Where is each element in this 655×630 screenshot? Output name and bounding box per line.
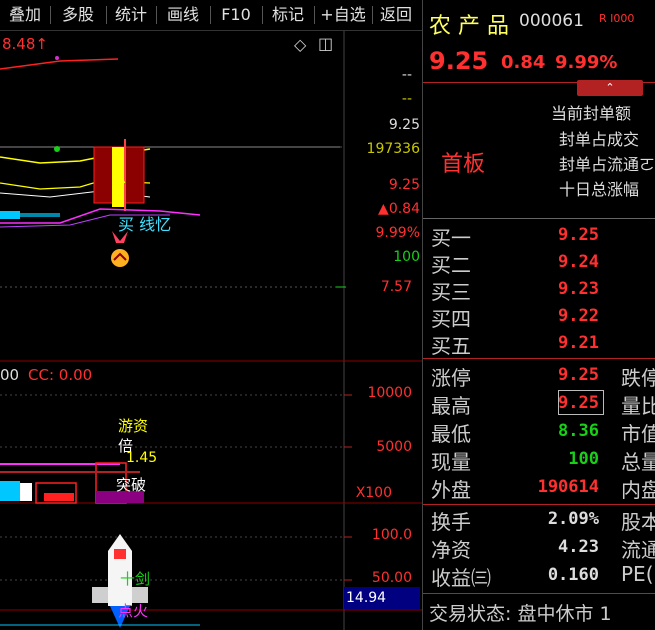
draw-line-button[interactable]: 画线 [158, 0, 208, 30]
ignite-label: 点火 [118, 602, 149, 620]
stat-label: 最低 [431, 422, 471, 446]
fund-right-label: 股本 [621, 510, 655, 534]
trade-status: 交易状态: 盘中休市 1 [429, 603, 612, 625]
panel-divider [423, 218, 655, 219]
bid-price[interactable]: 9.22 [519, 306, 599, 326]
bid-level-label: 买二 [431, 253, 471, 277]
current-price: 9.25 [429, 47, 489, 75]
panel-divider [423, 82, 655, 83]
indicator-value-text: 14.94 [346, 590, 387, 606]
fund-label: 换手 [431, 510, 471, 534]
current-volume-tick: 100 [393, 249, 420, 265]
back-button[interactable]: 返回 [374, 0, 418, 30]
youzi-label: 游资 [118, 417, 149, 435]
toolbar-divider [314, 6, 315, 24]
chart-area[interactable]: 8.48↑ ◇ ◫ -- -- 9.25 197336 9.25 ▲0.84 9… [0, 31, 422, 630]
price-change-pct: 9.99% [555, 52, 618, 73]
f10-button[interactable]: F10 [212, 0, 260, 30]
panel-divider [423, 593, 655, 594]
stat-right-label: 市值 [621, 422, 655, 446]
bid-price[interactable]: 9.23 [519, 279, 599, 299]
fund-right-label: 流通 [621, 538, 655, 562]
stat-value: 9.25 [558, 365, 599, 385]
toolbar-divider [50, 6, 51, 24]
stock-name: 农 产 品 [429, 14, 509, 39]
toolbar-divider [262, 6, 263, 24]
stat-right-label: 总量 [621, 450, 655, 474]
stock-tag: R I000 [599, 12, 635, 25]
chart-high-price-label: 8.48↑ [2, 35, 48, 53]
bid-level-label: 买三 [431, 280, 471, 304]
toolbar-divider [210, 6, 211, 24]
bid-price[interactable]: 9.21 [519, 333, 599, 353]
price-change: 0.84 [501, 52, 546, 73]
stat-right-label: 跌停 [621, 366, 655, 390]
bid-level-label: 买四 [431, 307, 471, 331]
fund-value: 2.09% [547, 509, 599, 529]
seal-turnover-label: 封单占成交 [559, 130, 640, 149]
stat-label: 涨停 [431, 366, 471, 390]
volume-axis-tick: 10000 [367, 385, 412, 401]
stat-label: 外盘 [431, 478, 471, 502]
fund-value: 4.23 [558, 537, 599, 557]
stat-label: 现量 [431, 450, 471, 474]
fund-value: 0.160 [547, 565, 599, 585]
toolbar-divider [156, 6, 157, 24]
stat-label: 最高 [431, 394, 471, 418]
window-toggle-icon[interactable]: ◫ [318, 34, 333, 53]
change-pct-tick: 9.99% [375, 225, 420, 241]
price-tick: 9.25 [388, 177, 420, 193]
ten-day-gain-label: 十日总涨幅 [559, 180, 640, 199]
bid-level-label: 买一 [431, 226, 471, 250]
stock-code: 000061 [519, 11, 584, 31]
fund-label: 收益㈢ [431, 566, 491, 590]
statistics-button[interactable]: 统计 [108, 0, 154, 30]
panel-divider [423, 504, 655, 505]
stat-right-label: 量比 [621, 394, 655, 418]
fund-right-label: PE( [621, 562, 654, 586]
toolbar: 叠加 多股 统计 画线 F10 标记 +自选 返回 [0, 0, 422, 31]
cc-indicator-label: CC: 0.00 [28, 366, 93, 384]
indicator-axis-tick: 100.0 [371, 527, 412, 543]
bid-price[interactable]: 9.25 [519, 225, 599, 245]
price-tick: 7.57 [380, 279, 412, 295]
toolbar-divider [372, 6, 373, 24]
stat-value: 100 [568, 449, 599, 469]
toolbar-divider [106, 6, 107, 24]
fund-label: 净资 [431, 538, 471, 562]
buy-signal-label: 买 线忆 [118, 215, 172, 234]
indicator-value-label: 00 [0, 366, 20, 384]
panel-divider [423, 358, 655, 359]
add-watchlist-button[interactable]: +自选 [316, 0, 370, 30]
price-tick: -- [401, 91, 412, 107]
volume-tick: 197336 [366, 141, 420, 157]
multi-stock-button[interactable]: 多股 [52, 0, 104, 30]
stat-value: 190614 [537, 477, 599, 497]
diamond-icon[interactable]: ◇ [294, 35, 306, 54]
seal-amount-label: 当前封单额 [551, 104, 632, 123]
price-tick: -- [401, 67, 412, 83]
bid-price[interactable]: 9.24 [519, 252, 599, 272]
multiple-value-label: 1.45 [126, 450, 158, 466]
overlay-button[interactable]: 叠加 [2, 0, 48, 30]
indicator-value-badge: 14.94 [344, 587, 420, 609]
stat-right-label: 内盘 [621, 478, 655, 502]
volume-unit-label: X100 [355, 485, 392, 501]
seal-float-label: 封单占流通ㄛ [559, 155, 655, 174]
breakout-label: 突破 [116, 476, 147, 494]
price-tick: 9.25 [388, 117, 420, 133]
stat-value: 9.25 [558, 393, 599, 413]
quote-panel: 农 产 品 000061 R I000 9.25 0.84 9.99% ⌃ 首板… [422, 0, 655, 630]
first-board-label: 首板 [441, 152, 486, 177]
mark-button[interactable]: 标记 [264, 0, 312, 30]
stat-value: 8.36 [558, 421, 599, 441]
volume-axis-tick: 5000 [376, 439, 412, 455]
ten-sword-label: 十剑 [120, 570, 151, 588]
change-tick: ▲0.84 [378, 201, 420, 217]
bid-level-label: 买五 [431, 334, 471, 358]
indicator-axis-tick: 50.00 [371, 570, 412, 586]
r-marker-label: R [116, 171, 126, 187]
